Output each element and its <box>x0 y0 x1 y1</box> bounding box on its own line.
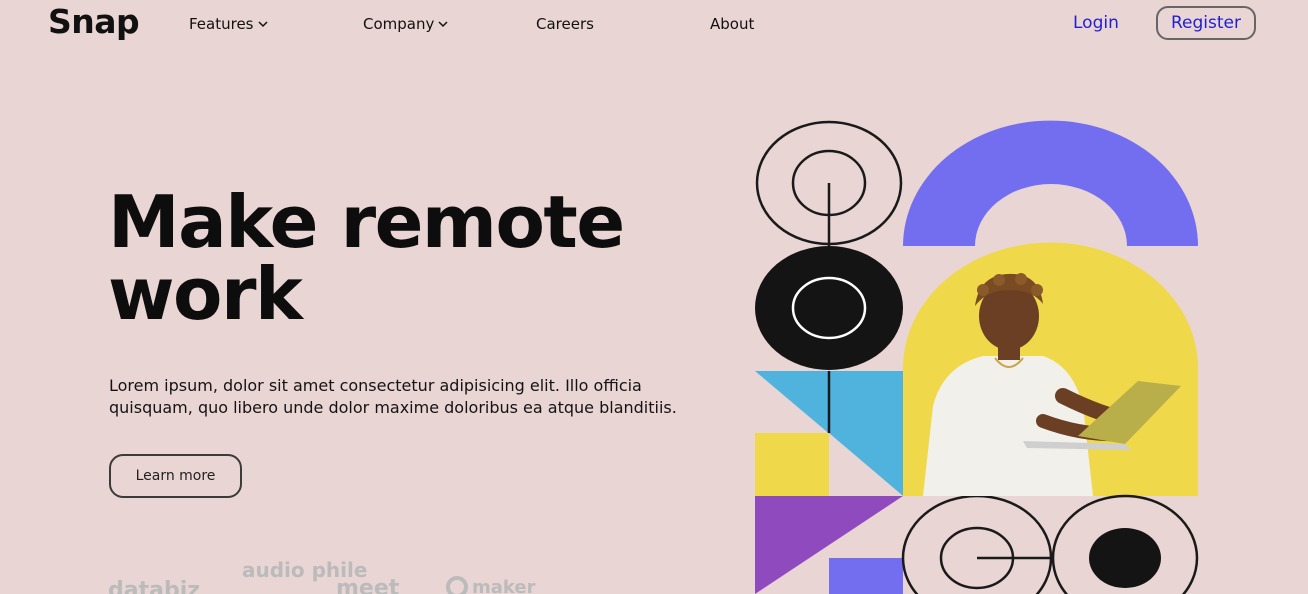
black-disc <box>755 246 903 370</box>
hero-illustration <box>755 118 1200 594</box>
purple-arch-shape <box>903 120 1198 246</box>
logo-maker-label: maker <box>472 576 536 594</box>
person-with-laptop-image <box>923 273 1181 496</box>
chevron-down-icon <box>438 21 448 28</box>
outline-circle-bottom-left <box>901 494 1053 594</box>
landing-page: Snap Features Company Careers About Logi… <box>0 0 1308 594</box>
nav-careers[interactable]: Careers <box>536 15 594 33</box>
purple-block <box>829 558 903 594</box>
chevron-down-icon <box>257 21 268 28</box>
logo-databiz: databiz <box>108 578 201 594</box>
learn-more-button[interactable]: Learn more <box>109 454 242 498</box>
yellow-square <box>755 433 829 496</box>
blue-block <box>829 371 903 433</box>
nav-company[interactable]: Company <box>363 15 448 33</box>
register-button[interactable]: Register <box>1156 6 1256 40</box>
logo-meet: meet <box>336 576 400 594</box>
nav-careers-label: Careers <box>536 15 594 33</box>
nav-features[interactable]: Features <box>189 15 268 33</box>
logo-audiophile: audio phile <box>242 558 368 582</box>
nav-about[interactable]: About <box>710 15 754 33</box>
logo-maker: maker <box>446 576 535 594</box>
nav-about-label: About <box>710 15 755 33</box>
brand-logo[interactable]: Snap <box>48 2 140 41</box>
hero-description: Lorem ipsum, dolor sit amet consectetur … <box>109 376 677 417</box>
hero-title: Make remote work <box>108 180 625 336</box>
nav-company-label: Company <box>363 15 435 33</box>
black-dot <box>1089 528 1161 588</box>
nav-features-label: Features <box>189 15 254 33</box>
maker-mark-icon <box>446 576 468 594</box>
login-link[interactable]: Login <box>1073 13 1119 33</box>
